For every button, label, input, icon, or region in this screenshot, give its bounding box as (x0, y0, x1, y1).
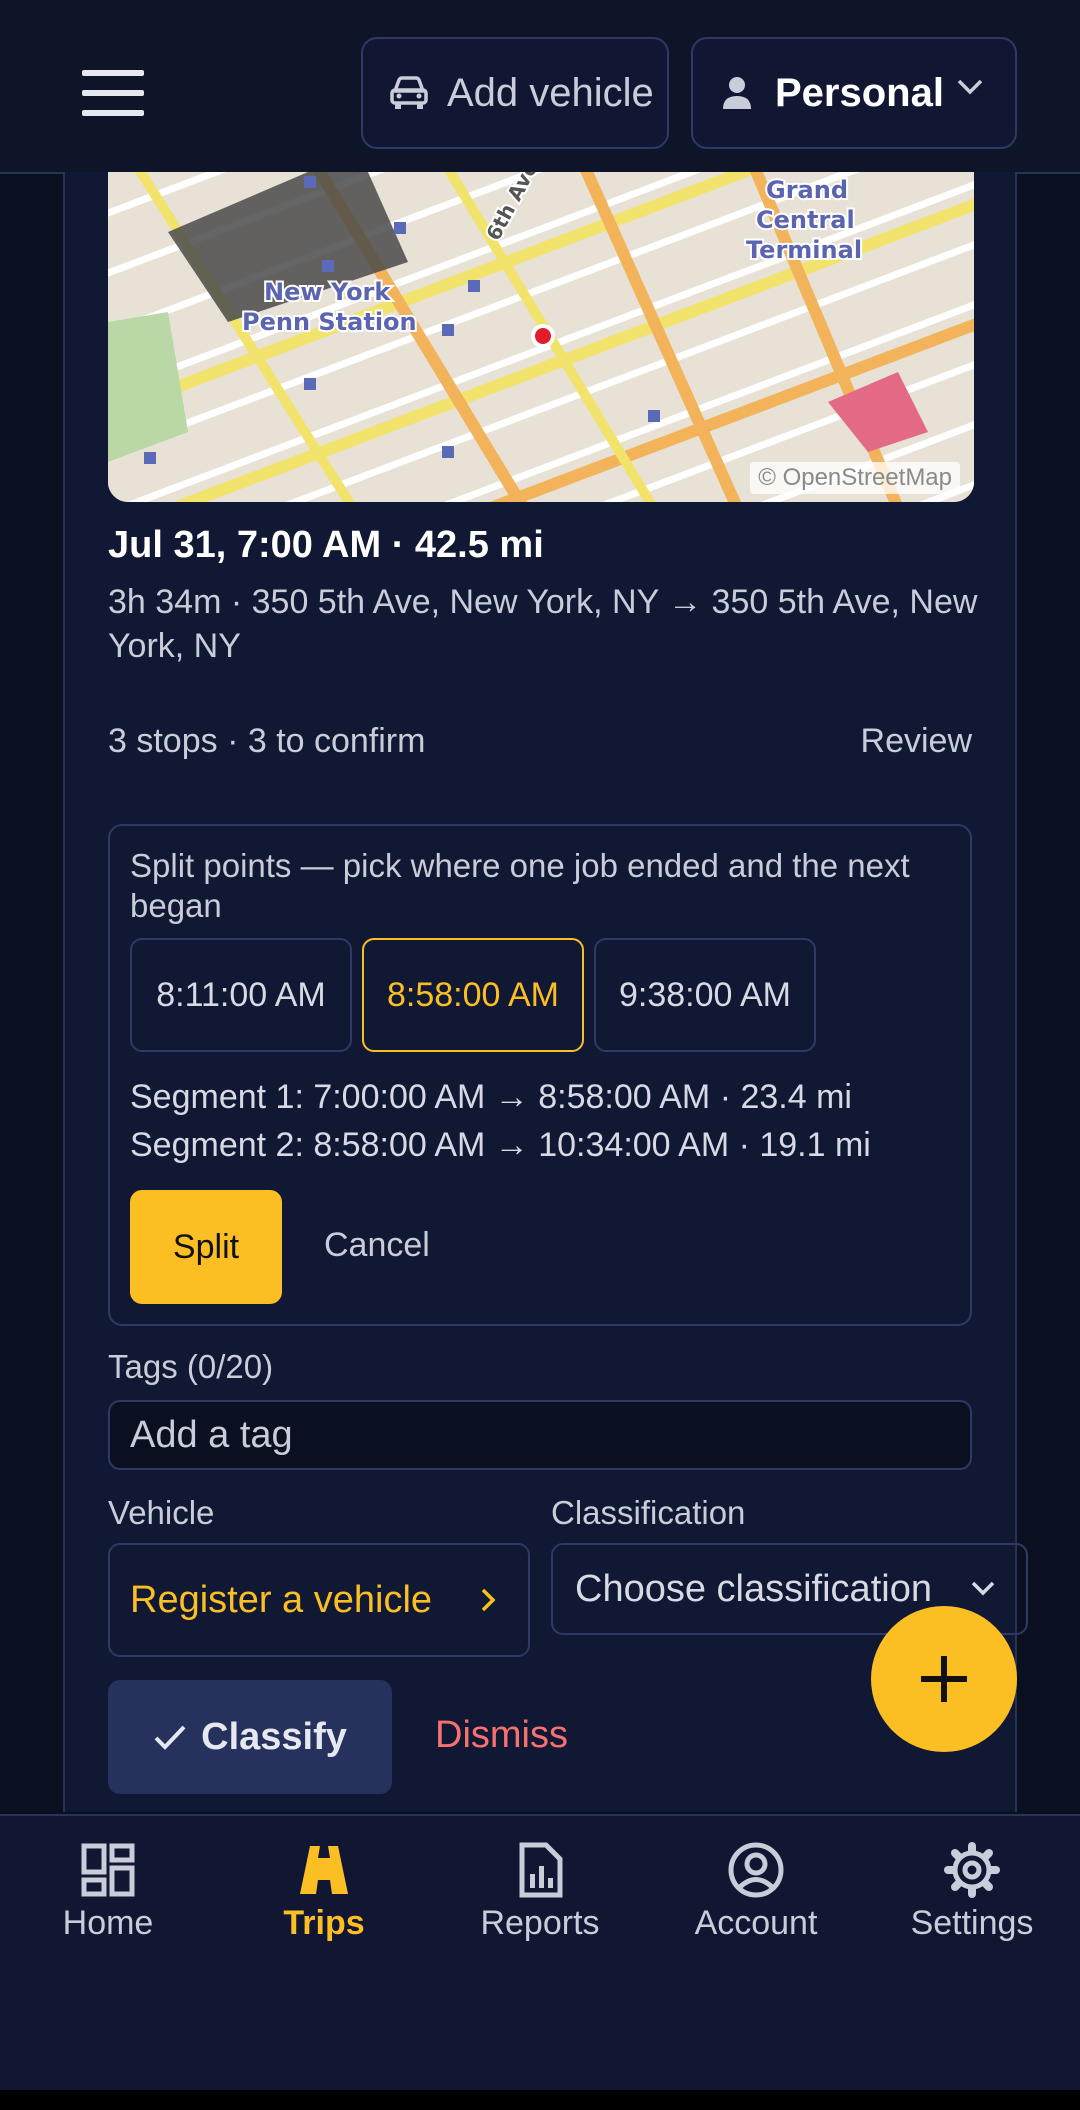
nav-settings-label: Settings (910, 1904, 1034, 1942)
add-vehicle-button[interactable]: Add vehicle (361, 37, 669, 149)
nav-account-label: Account (694, 1904, 818, 1942)
map-label-penn-station: Penn Station (242, 308, 417, 336)
car-icon (390, 76, 428, 109)
profile-label: Personal (775, 70, 944, 115)
bottom-nav: Home Trips Reports Account Settings (0, 1814, 1080, 2092)
nav-reports[interactable]: Reports (440, 1842, 640, 1943)
split-panel: Split points — pick where one job ended … (108, 824, 972, 1326)
segment-1-summary: Segment 1: 7:00:00 AM → 8:58:00 AM · 23.… (130, 1078, 852, 1116)
add-vehicle-label: Add vehicle (447, 70, 654, 115)
person-icon (723, 77, 751, 109)
menu-icon[interactable] (82, 70, 144, 116)
map-label-terminal: Terminal (746, 236, 862, 264)
map-label-grand: Grand (766, 176, 848, 204)
nav-trips[interactable]: Trips (224, 1842, 424, 1943)
classify-label: Classify (201, 1715, 347, 1758)
nav-reports-label: Reports (480, 1904, 600, 1942)
chevron-down-icon (957, 79, 983, 95)
register-vehicle-label: Register a vehicle (130, 1578, 433, 1621)
split-instructions: Split points — pick where one job ended … (130, 847, 910, 924)
plus-icon (921, 1656, 967, 1702)
nav-settings[interactable]: Settings (872, 1842, 1072, 1943)
add-trip-fab[interactable] (871, 1606, 1017, 1752)
trip-title: Jul 31, 7:00 AM · 42.5 mi (108, 524, 544, 566)
map-label-central: Central (756, 206, 855, 234)
dashboard-icon (81, 1843, 135, 1897)
trip-route: 3h 34m · 350 5th Ave, New York, NY → 350… (108, 583, 978, 665)
dismiss-button[interactable]: Dismiss (435, 1714, 568, 1757)
trip-map[interactable]: New York Penn Station Grand Central Term… (108, 172, 974, 502)
profile-switcher[interactable]: Personal (691, 37, 1017, 149)
check-icon (154, 1725, 186, 1750)
nav-account[interactable]: Account (656, 1842, 856, 1943)
road-icon (300, 1846, 348, 1894)
split-option-selected[interactable]: 8:58:00 AM (362, 938, 584, 1052)
account-icon (728, 1842, 784, 1898)
register-vehicle-button[interactable]: Register a vehicle (108, 1543, 530, 1657)
split-option[interactable]: 8:11:00 AM (130, 938, 352, 1052)
system-bar (0, 2090, 1080, 2110)
tags-label: Tags (0/20) (108, 1348, 274, 1385)
chevron-down-icon (971, 1581, 995, 1596)
map-attribution[interactable]: © OpenStreetMap (750, 462, 960, 494)
classification-label: Classification (551, 1494, 746, 1531)
report-icon (519, 1842, 563, 1898)
segment-2-summary: Segment 2: 8:58:00 AM → 10:34:00 AM · 19… (130, 1126, 871, 1164)
nav-trips-label: Trips (283, 1904, 365, 1942)
nav-home-label: Home (62, 1904, 154, 1942)
stops-summary: 3 stops · 3 to confirm (108, 722, 426, 760)
split-option[interactable]: 9:38:00 AM (594, 938, 816, 1052)
classify-button[interactable]: Classify (108, 1680, 392, 1794)
review-link[interactable]: Review (861, 722, 972, 761)
location-pin-icon (535, 328, 551, 344)
tag-input[interactable] (108, 1400, 972, 1470)
chevron-right-icon (481, 1588, 496, 1612)
map-label-new-york: New York (264, 278, 391, 306)
nav-home[interactable]: Home (8, 1842, 208, 1943)
cancel-button[interactable]: Cancel (324, 1226, 430, 1265)
split-button[interactable]: Split (130, 1190, 282, 1304)
top-bar: Add vehicle Personal (0, 0, 1080, 174)
classification-value: Choose classification (575, 1567, 932, 1610)
gear-icon (944, 1842, 1000, 1898)
vehicle-label: Vehicle (108, 1494, 215, 1531)
